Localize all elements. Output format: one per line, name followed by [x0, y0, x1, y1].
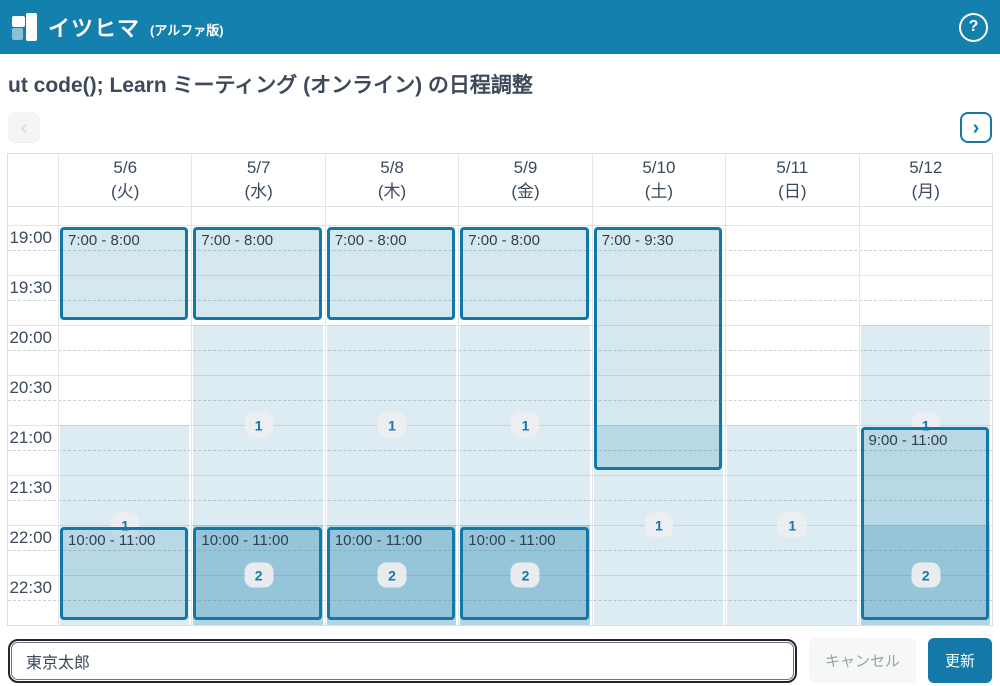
- slot-time-label: 7:00 - 8:00: [196, 230, 318, 251]
- day-column[interactable]: 17:00 - 8:0010:00 - 11:00: [58, 207, 191, 625]
- grid-body: 19:00 19:30 20:00 20:30 21:00 21:30 22:00 22:30…: [8, 207, 992, 625]
- day-column[interactable]: 129:00 - 11:00: [859, 207, 992, 625]
- week-nav: ‹ ›: [8, 112, 992, 143]
- day-weekday: (火): [111, 180, 139, 204]
- slot-time-label: 10:00 - 11:00: [196, 530, 318, 551]
- day-weekday: (土): [645, 180, 673, 204]
- day-column[interactable]: 1 7:00 - 9:30: [592, 207, 725, 625]
- availability-count-badge: 1: [511, 413, 540, 438]
- day-header-cell: 5/12(月): [859, 154, 992, 206]
- day-column[interactable]: 1 2 7:00 - 8:00 10:00 - 11:00: [325, 207, 458, 625]
- page-title: ut code(); Learn ミーティング (オンライン) の日程調整: [8, 72, 992, 100]
- time-label: 22:30: [9, 578, 52, 598]
- availability-count-badge: 2: [511, 563, 540, 588]
- availability-count-badge: 1: [378, 413, 407, 438]
- footer-bar: キャンセル 更新: [8, 638, 992, 683]
- slot-time-label: 10:00 - 11:00: [330, 530, 452, 551]
- day-weekday: (月): [912, 180, 940, 204]
- availability-count-badge: 2: [911, 563, 940, 588]
- day-date: 5/9: [514, 156, 538, 180]
- grid-header-gutter: [8, 154, 58, 206]
- slot-time-label: 10:00 - 11:00: [463, 530, 585, 551]
- selected-slot-block[interactable]: 9:00 - 11:00: [861, 427, 989, 620]
- prev-week-button[interactable]: ‹: [8, 112, 40, 143]
- day-date: 5/11: [776, 156, 808, 180]
- slot-time-label: 7:00 - 8:00: [330, 230, 452, 251]
- availability-count-badge: 1: [644, 513, 673, 538]
- day-header-cell: 5/11(日): [725, 154, 858, 206]
- day-header-cell: 5/9(金): [458, 154, 591, 206]
- slot-time-label: 7:00 - 8:00: [463, 230, 585, 251]
- day-date: 5/10: [642, 156, 675, 180]
- day-date: 5/12: [909, 156, 942, 180]
- name-input[interactable]: [11, 642, 794, 680]
- day-column[interactable]: 1 2 7:00 - 8:00 10:00 - 11:00: [191, 207, 324, 625]
- time-label: 19:00: [9, 228, 52, 248]
- day-header-cell: 5/8(木): [325, 154, 458, 206]
- day-column[interactable]: 1: [725, 207, 858, 625]
- next-week-button[interactable]: ›: [960, 112, 992, 143]
- help-icon[interactable]: ?: [959, 13, 988, 42]
- selected-slot-block[interactable]: 7:00 - 8:00: [460, 227, 588, 320]
- time-label: 21:30: [9, 478, 52, 498]
- alpha-version-label: (アルファ版): [150, 20, 224, 39]
- selected-slot-block[interactable]: 7:00 - 9:30: [594, 227, 722, 470]
- day-weekday: (日): [778, 180, 806, 204]
- selected-slot-block[interactable]: 7:00 - 8:00: [60, 227, 188, 320]
- time-label: 22:00: [9, 528, 52, 548]
- slot-time-label: 9:00 - 11:00: [864, 430, 986, 451]
- slot-time-label: 7:00 - 9:30: [597, 230, 719, 251]
- app-header: イツヒマ (アルファ版) ?: [0, 0, 1000, 54]
- selected-slot-block[interactable]: 7:00 - 8:00: [327, 227, 455, 320]
- time-gutter: 19:00 19:30 20:00 20:30 21:00 21:30 22:00 22:30: [8, 207, 58, 625]
- slot-time-label: 10:00 - 11:00: [63, 530, 185, 551]
- day-date: 5/8: [380, 156, 404, 180]
- availability-count-badge: 1: [244, 413, 273, 438]
- schedule-grid: 5/6(火)5/7(水)5/8(木)5/9(金)5/10(土)5/11(日)5/…: [7, 153, 993, 626]
- name-input-wrap: [8, 639, 797, 683]
- app-logo-icon: [12, 13, 38, 41]
- availability-count-badge: 2: [244, 563, 273, 588]
- time-label: 20:00: [9, 328, 52, 348]
- day-date: 5/6: [113, 156, 137, 180]
- day-weekday: (水): [244, 180, 272, 204]
- update-button[interactable]: 更新: [928, 638, 992, 683]
- day-header-cell: 5/10(土): [592, 154, 725, 206]
- selected-slot-block[interactable]: 7:00 - 8:00: [193, 227, 321, 320]
- day-weekday: (金): [511, 180, 539, 204]
- availability-count-badge: 2: [378, 563, 407, 588]
- day-column[interactable]: 1 2 7:00 - 8:00 10:00 - 11:00: [458, 207, 591, 625]
- availability-count-badge: 1: [778, 513, 807, 538]
- day-weekday: (木): [378, 180, 406, 204]
- grid-header-row: 5/6(火)5/7(水)5/8(木)5/9(金)5/10(土)5/11(日)5/…: [8, 154, 992, 207]
- time-label: 20:30: [9, 378, 52, 398]
- day-date: 5/7: [247, 156, 271, 180]
- app-name: イツヒマ: [48, 11, 140, 43]
- day-header-cell: 5/6(火): [58, 154, 191, 206]
- slot-time-label: 7:00 - 8:00: [63, 230, 185, 251]
- day-header-cell: 5/7(水): [191, 154, 324, 206]
- cancel-button[interactable]: キャンセル: [809, 638, 916, 683]
- selected-slot-block[interactable]: 10:00 - 11:00: [60, 527, 188, 620]
- time-label: 19:30: [9, 278, 52, 298]
- time-label: 21:00: [9, 428, 52, 448]
